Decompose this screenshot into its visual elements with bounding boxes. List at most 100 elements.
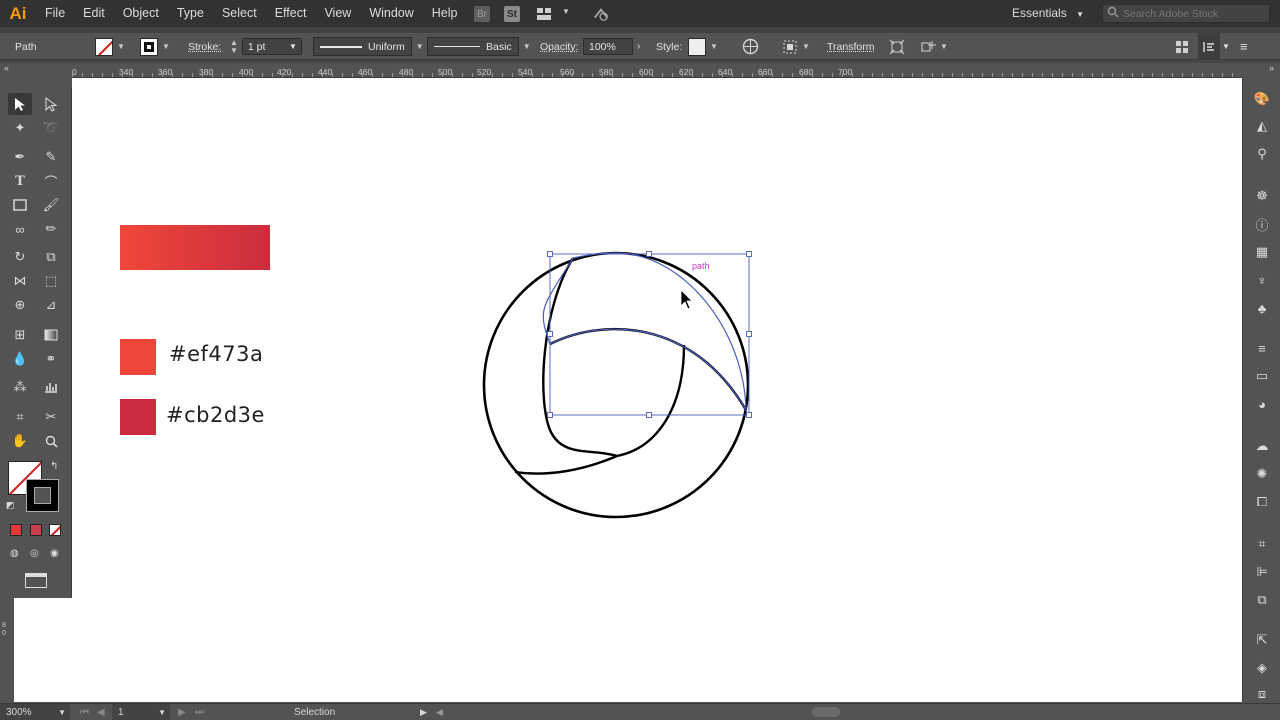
slice-tool[interactable]: ✂ [39, 406, 63, 428]
workspace-switcher[interactable]: Essentials ▼ [1012, 0, 1084, 28]
default-fill-stroke-icon[interactable]: ◩ [6, 500, 15, 511]
layers-icon[interactable]: ◈ [1254, 660, 1270, 676]
aperture-artwork[interactable] [72, 78, 1242, 702]
chevron-down-icon[interactable]: ▼ [710, 42, 718, 51]
chevron-down-icon[interactable]: ▼ [289, 42, 297, 51]
transform-link[interactable]: Transform [827, 33, 874, 60]
transform-panel-icon[interactable]: ⌗ [1254, 536, 1270, 552]
gradient-tool[interactable] [39, 324, 63, 346]
menu-file[interactable]: File [36, 0, 74, 27]
artboard-number-field[interactable]: 1 ▼ [112, 704, 170, 720]
horizontal-ruler[interactable]: 0 340 360 380 400 420 440 460 480 500 520 540 560 580… [72, 63, 1242, 78]
menu-select[interactable]: Select [213, 0, 266, 27]
opacity-label[interactable]: Opacity: [540, 33, 579, 60]
menu-type[interactable]: Type [168, 0, 213, 27]
pencil-tool[interactable]: ✏ [39, 218, 63, 240]
rectangle-tool[interactable] [8, 194, 32, 216]
stepper-icon[interactable]: ▲ ▼ [230, 38, 238, 55]
chevron-down-icon[interactable]: ▼ [58, 708, 66, 717]
none-mode-icon[interactable] [49, 524, 61, 536]
arrange-icon[interactable] [1175, 33, 1189, 60]
collapse-panels-icon[interactable]: « [4, 63, 9, 73]
outer-circle[interactable] [482, 251, 750, 519]
stroke-color-control[interactable]: ▼ [140, 33, 170, 60]
hand-tool[interactable]: ✋ [8, 430, 32, 452]
stroke-panel-icon[interactable]: ≡ [1254, 340, 1270, 356]
bounding-box-control[interactable]: ▼ [920, 33, 948, 60]
horizontal-scrollbar-thumb[interactable] [812, 707, 840, 717]
menu-edit[interactable]: Edit [74, 0, 114, 27]
chevron-down-icon[interactable]: ▼ [940, 42, 948, 51]
stroke-weight-control[interactable]: ▲ ▼ 1 pt ▼ [230, 33, 302, 60]
chevron-down-icon[interactable]: ▼ [802, 42, 810, 51]
artboards-panel-icon[interactable]: ⧈ [1254, 686, 1270, 702]
chevron-down-icon[interactable]: ▼ [523, 42, 531, 51]
rotate-tool[interactable]: ↻ [8, 246, 32, 268]
chevron-right-icon[interactable]: › [637, 41, 640, 52]
color-panel-icon[interactable]: 🎨 [1254, 91, 1270, 107]
screen-mode-icon[interactable] [25, 573, 47, 588]
menu-window[interactable]: Window [360, 0, 422, 27]
width-tool[interactable]: ⋈ [8, 270, 32, 292]
menu-help[interactable]: Help [423, 0, 467, 27]
menu-object[interactable]: Object [114, 0, 168, 27]
stock-search[interactable] [1102, 4, 1270, 23]
line-segment-tool[interactable]: ⌒ [39, 170, 63, 192]
eyedropper-tool[interactable]: 💧 [8, 348, 32, 370]
blade-path-3[interactable] [514, 344, 686, 475]
perspective-grid-tool[interactable]: ⊿ [39, 294, 63, 316]
info-icon[interactable]: ⓘ [1254, 216, 1270, 233]
swap-fill-stroke-icon[interactable]: ↰ [50, 461, 58, 472]
lasso-tool[interactable]: ➰ [39, 117, 63, 139]
cc-libraries-icon[interactable]: ☁ [1254, 438, 1270, 454]
symbol-sprayer-tool[interactable]: ⁂ [8, 376, 32, 398]
recolor-artwork-icon[interactable] [742, 33, 759, 60]
draw-normal-icon[interactable]: ◍ [10, 548, 19, 559]
vertical-ruler[interactable]: 80 [0, 598, 14, 702]
pathfinder-icon[interactable]: ⧉ [1254, 592, 1270, 608]
mesh-tool[interactable]: ⊞ [8, 324, 32, 346]
color-guide-icon[interactable]: ◭ [1254, 118, 1270, 134]
search-input[interactable] [1123, 7, 1263, 20]
align-control[interactable]: ▼ [782, 33, 810, 60]
appearance-icon[interactable]: ☸ [1254, 188, 1270, 204]
stroke-label[interactable]: Stroke: [188, 33, 221, 60]
transparency-icon[interactable]: ◕ [1254, 396, 1270, 412]
image-trace-icon[interactable]: ⧠ [1254, 494, 1270, 510]
pen-tool[interactable]: ✒ [8, 146, 32, 168]
chevron-down-icon[interactable]: ▼ [158, 708, 166, 717]
profile-preview[interactable]: Uniform [313, 37, 412, 56]
bridge-icon[interactable]: Br [474, 6, 490, 22]
variable-width-profile[interactable]: Uniform ▼ [313, 33, 424, 60]
fill-none-swatch[interactable] [95, 37, 113, 56]
zoom-field[interactable]: 300% ▼ [0, 704, 70, 720]
color-mode-icon[interactable] [10, 524, 22, 536]
blend-tool[interactable]: ⚭ [39, 348, 63, 370]
gpu-performance-icon[interactable] [593, 6, 609, 22]
brushes-icon[interactable]: ♆ [1254, 272, 1270, 288]
panel-menu-icon[interactable]: ≡ [1240, 33, 1248, 60]
paintbrush-tool[interactable]: 🖌 [39, 194, 63, 216]
scroll-left-icon[interactable]: ◀ [436, 707, 443, 718]
brush-preview[interactable]: Basic [427, 37, 519, 56]
arrange-documents-icon[interactable] [536, 6, 552, 22]
chevron-down-icon[interactable]: ▼ [1222, 33, 1230, 60]
stroke-color-swatch[interactable] [140, 37, 158, 56]
stroke-swatch-black[interactable] [26, 479, 59, 512]
type-tool-icon[interactable]: T [8, 170, 32, 192]
properties-toggle-icon[interactable] [1198, 33, 1220, 60]
blade-path-2[interactable] [549, 327, 748, 411]
collapse-dock-icon[interactable]: » [1269, 63, 1274, 73]
style-swatch[interactable] [688, 37, 706, 56]
shape-builder-tool[interactable]: ⊕ [8, 294, 32, 316]
stroke-weight-field[interactable]: 1 pt ▼ [241, 38, 302, 55]
symbols-icon[interactable]: ♣ [1254, 300, 1270, 316]
gradient-panel-icon[interactable]: ▭ [1254, 368, 1270, 384]
first-artboard-icon[interactable]: ⏮ [80, 707, 89, 718]
chevron-down-icon[interactable]: ▼ [416, 42, 424, 51]
column-graph-tool[interactable] [39, 376, 63, 398]
opacity-control[interactable]: 100% › [583, 33, 640, 60]
menu-effect[interactable]: Effect [266, 0, 316, 27]
gradient-mode-icon[interactable] [30, 524, 42, 536]
selection-tool[interactable] [8, 93, 32, 115]
